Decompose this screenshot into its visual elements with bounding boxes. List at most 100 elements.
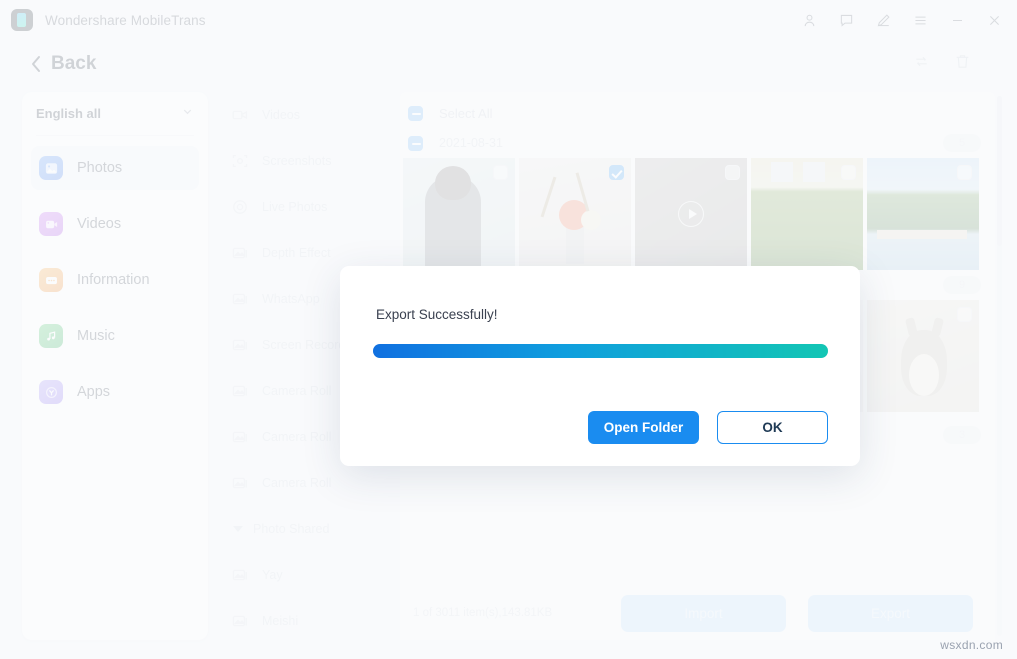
export-button[interactable]: Export [808,595,973,632]
play-icon [678,201,704,227]
image-icon [231,382,249,400]
date-group-count: 5 [943,134,981,152]
thumb-garden[interactable] [751,158,863,270]
open-folder-button[interactable]: Open Folder [588,411,699,444]
action-bar: 1 of 3011 item(s),143.81KB Import Export [400,586,995,640]
sidebar-item-music[interactable]: Music [31,314,199,358]
category-item-meishi[interactable]: Meishi [218,598,400,640]
category-label: Camera Roll [262,384,331,398]
sidebar-item-videos[interactable]: Videos [31,202,199,246]
edit-pencil-icon[interactable] [868,6,898,34]
thumb-flowers[interactable] [519,158,631,270]
category-label: Videos [262,108,300,122]
thumb-checkbox[interactable] [957,165,972,180]
account-icon[interactable] [794,6,824,34]
watermark: wsxdn.com [940,638,1003,652]
thumb-portrait[interactable] [403,158,515,270]
date-group-label: 2021-08-31 [439,136,503,150]
category-label: Photo Shared [253,522,329,536]
back-button[interactable]: Back [30,53,96,75]
vertical-scrollbar[interactable] [997,96,1002,636]
title-bar: Wondershare MobileTrans [0,0,1017,40]
sidebar-item-label: Music [77,328,115,344]
header-bar: Back [0,40,1017,88]
import-button[interactable]: Import [621,595,786,632]
image-icon [231,566,249,584]
image-icon [231,474,249,492]
back-label: Back [51,53,96,75]
thumb-checkbox[interactable] [841,165,856,180]
thumbnail-row [400,158,995,270]
thumb-totoro[interactable] [867,300,979,412]
trash-icon[interactable] [954,53,971,75]
category-label: Camera Roll [262,430,331,444]
music-icon [39,324,63,348]
screenshot-icon [231,152,249,170]
minimize-icon[interactable] [942,6,972,34]
apps-icon [39,380,63,404]
sidebar-item-apps[interactable]: Apps [31,370,199,414]
sidebar-item-information[interactable]: Information [31,258,199,302]
language-label: English all [36,106,101,121]
category-item-camera-roll-3[interactable]: Camera Roll [218,460,400,506]
chevron-left-icon [30,55,42,73]
thumb-checkbox[interactable] [957,307,972,322]
category-label: Yay [262,568,283,582]
language-select[interactable]: English all [36,92,194,136]
sidebar-item-photos[interactable]: Photos [31,146,199,190]
window-controls [794,6,1009,34]
sidebar-nav: Photos Videos [22,136,208,414]
mobiletrans-logo [11,9,33,31]
app-title: Wondershare MobileTrans [45,13,206,28]
chevron-down-icon [181,105,194,123]
category-item-screenshots[interactable]: Screenshots [218,138,400,184]
videos-icon [39,212,63,236]
progress-bar-track [373,344,828,358]
date-group-header[interactable]: 2021-08-31 5 [400,128,995,158]
dialog-buttons: Open Folder OK [588,411,828,444]
category-item-videos[interactable]: Videos [218,92,400,138]
information-icon [39,268,63,292]
image-icon [231,612,249,630]
category-label: WhatsApp [262,292,320,306]
refresh-icon[interactable] [913,53,930,75]
image-icon [231,428,249,446]
category-label: Camera Roll [262,476,331,490]
close-icon[interactable] [979,6,1009,34]
ok-button[interactable]: OK [717,411,828,444]
thumb-palm-beach[interactable] [867,158,979,270]
application-window: Wondershare MobileTrans [0,0,1017,659]
sidebar-item-label: Information [77,272,150,288]
select-all-checkbox[interactable] [408,106,423,121]
sidebar-item-label: Videos [77,216,121,232]
category-item-live-photos[interactable]: Live Photos [218,184,400,230]
select-all-row[interactable]: Select All [400,98,995,128]
live-photo-icon [231,198,249,216]
category-group-photo-shared[interactable]: Photo Shared [218,506,400,552]
date-group-count: 3 [943,426,981,444]
image-icon [231,336,249,354]
thumb-checkbox[interactable] [493,165,508,180]
thumb-checkbox[interactable] [725,165,740,180]
progress-bar-fill [373,344,828,358]
category-label: Depth Effect [262,246,331,260]
category-label: Meishi [262,614,298,628]
thumb-video-clip[interactable] [635,158,747,270]
hamburger-menu-icon[interactable] [905,6,935,34]
video-camera-icon [231,106,249,124]
selection-status: 1 of 3011 item(s),143.81KB [413,607,552,619]
sidebar-item-label: Apps [77,384,110,400]
category-label: Screenshots [262,154,331,168]
dialog-title: Export Successfully! [376,307,498,322]
scrollbar-thumb[interactable] [997,96,1002,246]
photos-icon [39,156,63,180]
primary-sidebar: English all Photos [22,92,208,640]
feedback-icon[interactable] [831,6,861,34]
date-group-count: 9 [943,276,981,294]
export-success-dialog: Export Successfully! Open Folder OK [340,266,860,466]
triangle-down-icon [233,526,243,532]
category-item-yay[interactable]: Yay [218,552,400,598]
date-group-checkbox[interactable] [408,136,423,151]
content-toolbar [913,53,971,75]
thumb-checkbox[interactable] [609,165,624,180]
